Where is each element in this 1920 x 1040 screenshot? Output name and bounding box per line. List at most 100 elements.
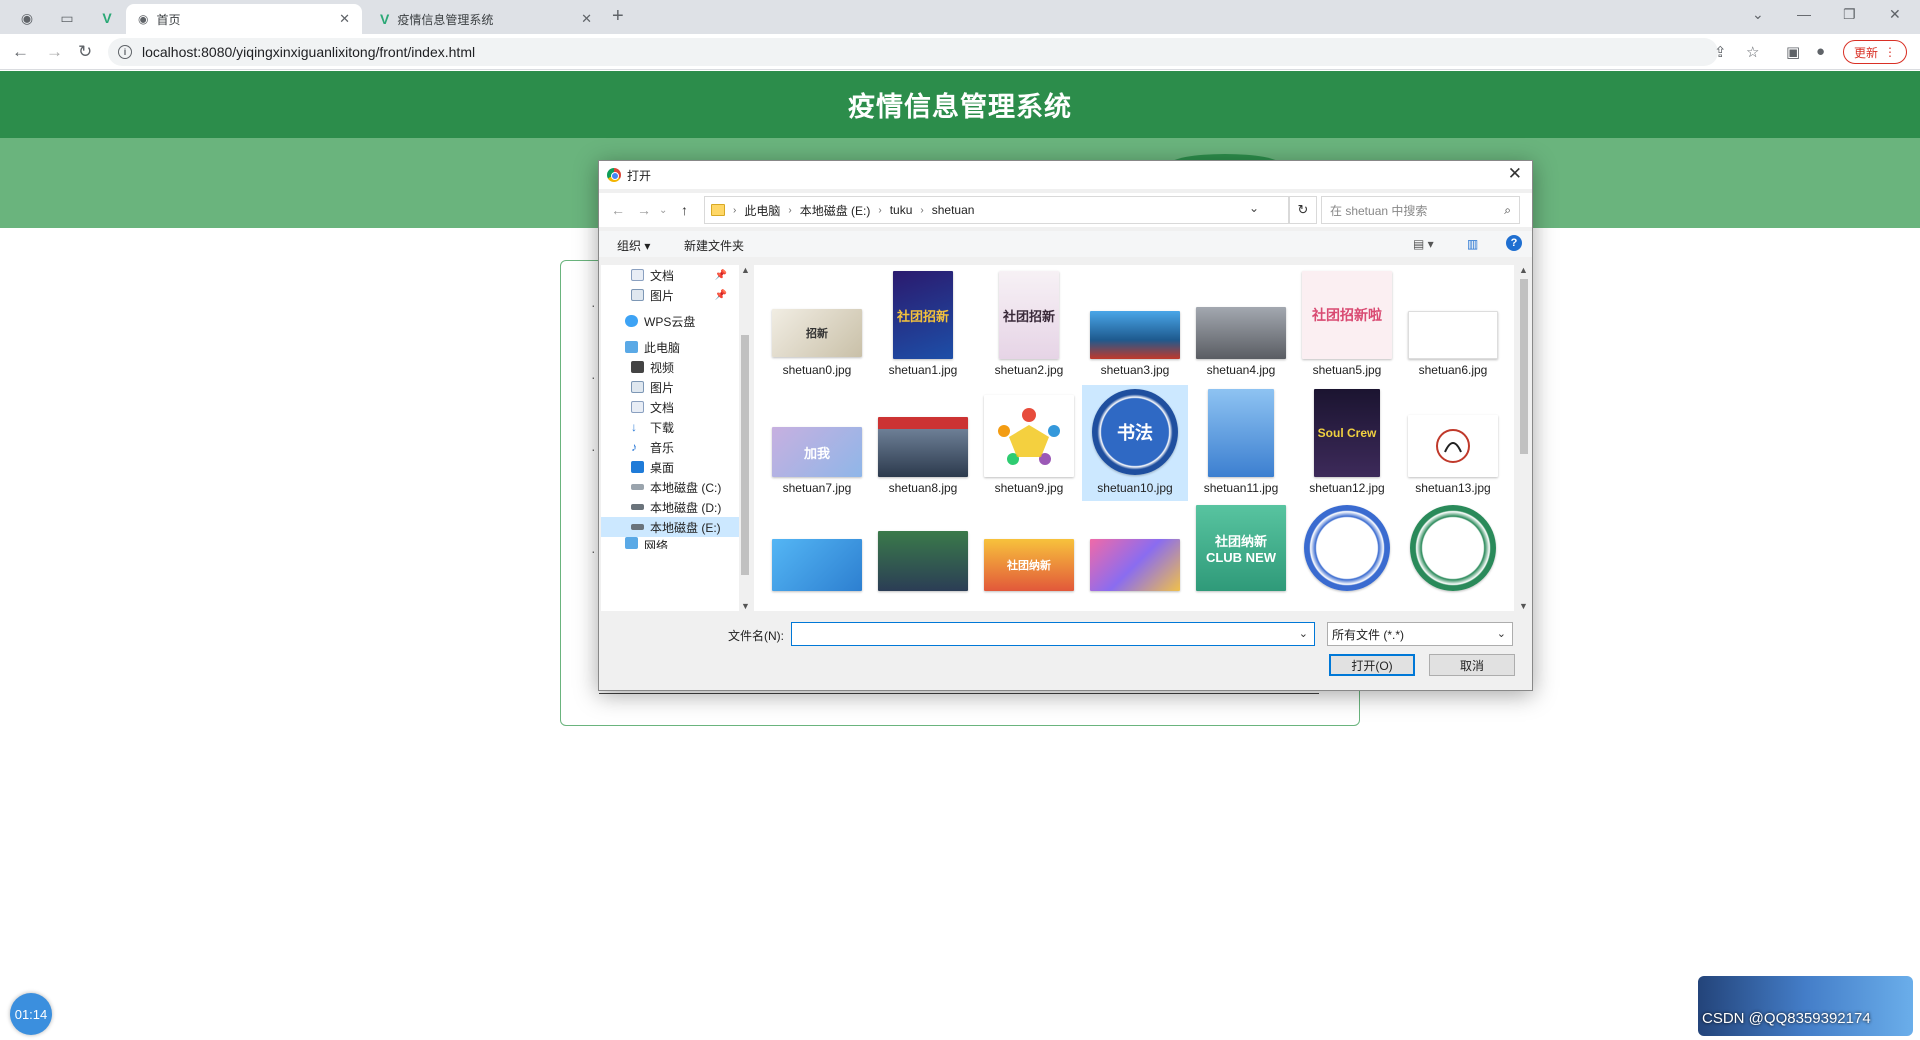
recent-locations-icon[interactable]: ⌄: [659, 205, 667, 216]
refresh-button[interactable]: ↻: [1289, 196, 1317, 224]
back-button[interactable]: ←: [12, 42, 29, 62]
file-item[interactable]: [1294, 503, 1400, 611]
reload-button[interactable]: ↻: [78, 42, 92, 62]
sidebar-scrollbar[interactable]: ▲ ▼: [739, 265, 751, 611]
scrollbar-thumb[interactable]: [1520, 279, 1528, 454]
pinned-tab-blank-icon[interactable]: ▭: [52, 6, 82, 30]
scroll-down-icon[interactable]: ▼: [741, 601, 750, 611]
pinned-tab-globe-icon[interactable]: ◉: [12, 6, 42, 30]
sidebar-item-videos[interactable]: 视频: [631, 357, 674, 377]
forward-button[interactable]: →: [46, 42, 63, 62]
update-button[interactable]: 更新 ⋮: [1843, 40, 1907, 64]
folder-search-input[interactable]: 在 shetuan 中搜索 ⌕: [1321, 196, 1520, 224]
site-info-icon[interactable]: i: [118, 45, 132, 59]
sidebar-item-music[interactable]: ♪ 音乐: [631, 437, 674, 457]
sidebar-item-wps-cloud[interactable]: WPS云盘: [625, 311, 695, 331]
file-name: shetuan1.jpg: [888, 363, 958, 377]
chevron-down-icon[interactable]: ⌄: [1299, 627, 1308, 640]
file-thumbnail: [1208, 389, 1274, 477]
file-grid-scrollbar[interactable]: ▲ ▼: [1517, 265, 1531, 611]
path-dropdown-icon[interactable]: ⌄: [1249, 201, 1259, 215]
open-button[interactable]: 打开(O): [1329, 654, 1415, 676]
sidebar-item-documents[interactable]: 文档 📌: [631, 265, 737, 285]
file-item[interactable]: [1400, 503, 1506, 611]
breadcrumb-item[interactable]: 此电脑: [744, 202, 780, 219]
file-thumbnail: [1196, 307, 1286, 359]
restore-button[interactable]: ❐: [1843, 6, 1856, 23]
tab-close-icon[interactable]: ✕: [581, 11, 592, 27]
breadcrumb-item[interactable]: 本地磁盘 (E:): [800, 202, 871, 219]
file-item[interactable]: shetuan11.jpg: [1188, 385, 1294, 501]
preview-pane-icon[interactable]: ▥: [1467, 237, 1478, 251]
file-item-selected[interactable]: 书法 shetuan10.jpg: [1082, 385, 1188, 501]
side-panel-icon[interactable]: ▣: [1786, 43, 1800, 61]
new-folder-button[interactable]: 新建文件夹: [684, 237, 744, 254]
dialog-back-icon[interactable]: ←: [611, 202, 625, 218]
file-item[interactable]: [1082, 503, 1188, 611]
scrollbar-thumb[interactable]: [741, 335, 749, 575]
file-item[interactable]: shetuan4.jpg: [1188, 267, 1294, 383]
sidebar-item-documents-pc[interactable]: 文档: [631, 397, 674, 417]
navigation-pane: 文档 📌 图片 📌 WPS云盘 此电脑 视频 图片 文档 ↓ 下载 ♪ 音乐 桌面 本地…: [601, 265, 739, 611]
dialog-close-button[interactable]: ✕: [1508, 164, 1522, 184]
sidebar-item-label: 文档: [650, 268, 675, 283]
download-icon: ↓: [631, 420, 637, 434]
file-item[interactable]: 社团招新 shetuan2.jpg: [976, 267, 1082, 383]
file-name: shetuan7.jpg: [782, 481, 852, 495]
browser-tabbar: ◉ ▭ V ◉ 首页 ✕ V 疫情信息管理系统 ✕ + ⌄ — ❐ ✕: [0, 0, 1920, 34]
organize-menu[interactable]: 组织 ▾: [617, 237, 650, 254]
sidebar-item-drive-c[interactable]: 本地磁盘 (C:): [631, 477, 721, 497]
file-item[interactable]: shetuan8.jpg: [870, 385, 976, 501]
file-item[interactable]: [870, 503, 976, 611]
dialog-forward-icon[interactable]: →: [637, 202, 651, 218]
pinned-tab-vue-icon[interactable]: V: [92, 6, 122, 30]
sidebar-item-this-pc[interactable]: 此电脑: [625, 337, 680, 357]
file-item[interactable]: 招新 shetuan0.jpg: [764, 267, 870, 383]
breadcrumb-item[interactable]: shetuan: [932, 203, 975, 217]
sidebar-item-pictures-pc[interactable]: 图片: [631, 377, 674, 397]
file-name: shetuan2.jpg: [994, 363, 1064, 377]
file-type-select[interactable]: 所有文件 (*.*) ⌄: [1327, 622, 1513, 646]
file-item[interactable]: [764, 503, 870, 611]
file-item[interactable]: 社团招新啦 shetuan5.jpg: [1294, 267, 1400, 383]
breadcrumb-item[interactable]: tuku: [890, 203, 913, 217]
sidebar-item-network[interactable]: 网络: [625, 537, 668, 549]
breadcrumb[interactable]: › 此电脑 › 本地磁盘 (E:) › tuku › shetuan: [704, 196, 1289, 224]
scroll-up-icon[interactable]: ▲: [1519, 265, 1528, 275]
tab-home[interactable]: ◉ 首页 ✕: [126, 4, 362, 34]
scroll-down-icon[interactable]: ▼: [1519, 601, 1528, 611]
file-item[interactable]: shetuan9.jpg: [976, 385, 1082, 501]
sidebar-item-downloads[interactable]: ↓ 下载: [631, 417, 674, 437]
file-item[interactable]: Soul Crew shetuan12.jpg: [1294, 385, 1400, 501]
tab-system[interactable]: V 疫情信息管理系统 ✕: [368, 4, 604, 34]
bookmark-star-icon[interactable]: ☆: [1746, 43, 1759, 61]
file-item[interactable]: 社团纳新: [976, 503, 1082, 611]
tab-close-icon[interactable]: ✕: [339, 11, 350, 27]
tab-search-icon[interactable]: ⌄: [1752, 6, 1764, 23]
view-options-icon[interactable]: ▤ ▾: [1413, 237, 1434, 251]
url-omnibox[interactable]: i localhost:8080/yiqingxinxiguanlixitong…: [108, 38, 1718, 66]
file-item[interactable]: shetuan6.jpg: [1400, 267, 1506, 383]
sidebar-item-drive-d[interactable]: 本地磁盘 (D:): [631, 497, 721, 517]
up-folder-icon[interactable]: ↑: [681, 202, 688, 218]
breadcrumb-separator: ›: [733, 204, 737, 216]
minimize-button[interactable]: —: [1797, 6, 1811, 22]
new-tab-button[interactable]: +: [612, 5, 624, 28]
sidebar-item-drive-e[interactable]: 本地磁盘 (E:): [601, 517, 739, 537]
share-icon[interactable]: ⇪: [1714, 43, 1727, 61]
file-item[interactable]: shetuan3.jpg: [1082, 267, 1188, 383]
help-icon[interactable]: ?: [1506, 235, 1522, 251]
profile-avatar-icon[interactable]: ●: [1816, 43, 1825, 60]
file-item[interactable]: 加我 shetuan7.jpg: [764, 385, 870, 501]
file-item[interactable]: 社团招新 shetuan1.jpg: [870, 267, 976, 383]
scroll-up-icon[interactable]: ▲: [741, 265, 750, 275]
filename-input[interactable]: ⌄: [791, 622, 1315, 646]
window-close-button[interactable]: ✕: [1889, 6, 1901, 23]
sidebar-item-desktop[interactable]: 桌面: [631, 457, 674, 477]
sidebar-item-pictures[interactable]: 图片 📌: [631, 285, 737, 305]
file-item[interactable]: shetuan13.jpg: [1400, 385, 1506, 501]
file-item[interactable]: 社团纳新 CLUB NEW: [1188, 503, 1294, 611]
form-field-label: ·: [591, 543, 596, 559]
file-thumbnail: [1090, 311, 1180, 359]
cancel-button[interactable]: 取消: [1429, 654, 1515, 676]
